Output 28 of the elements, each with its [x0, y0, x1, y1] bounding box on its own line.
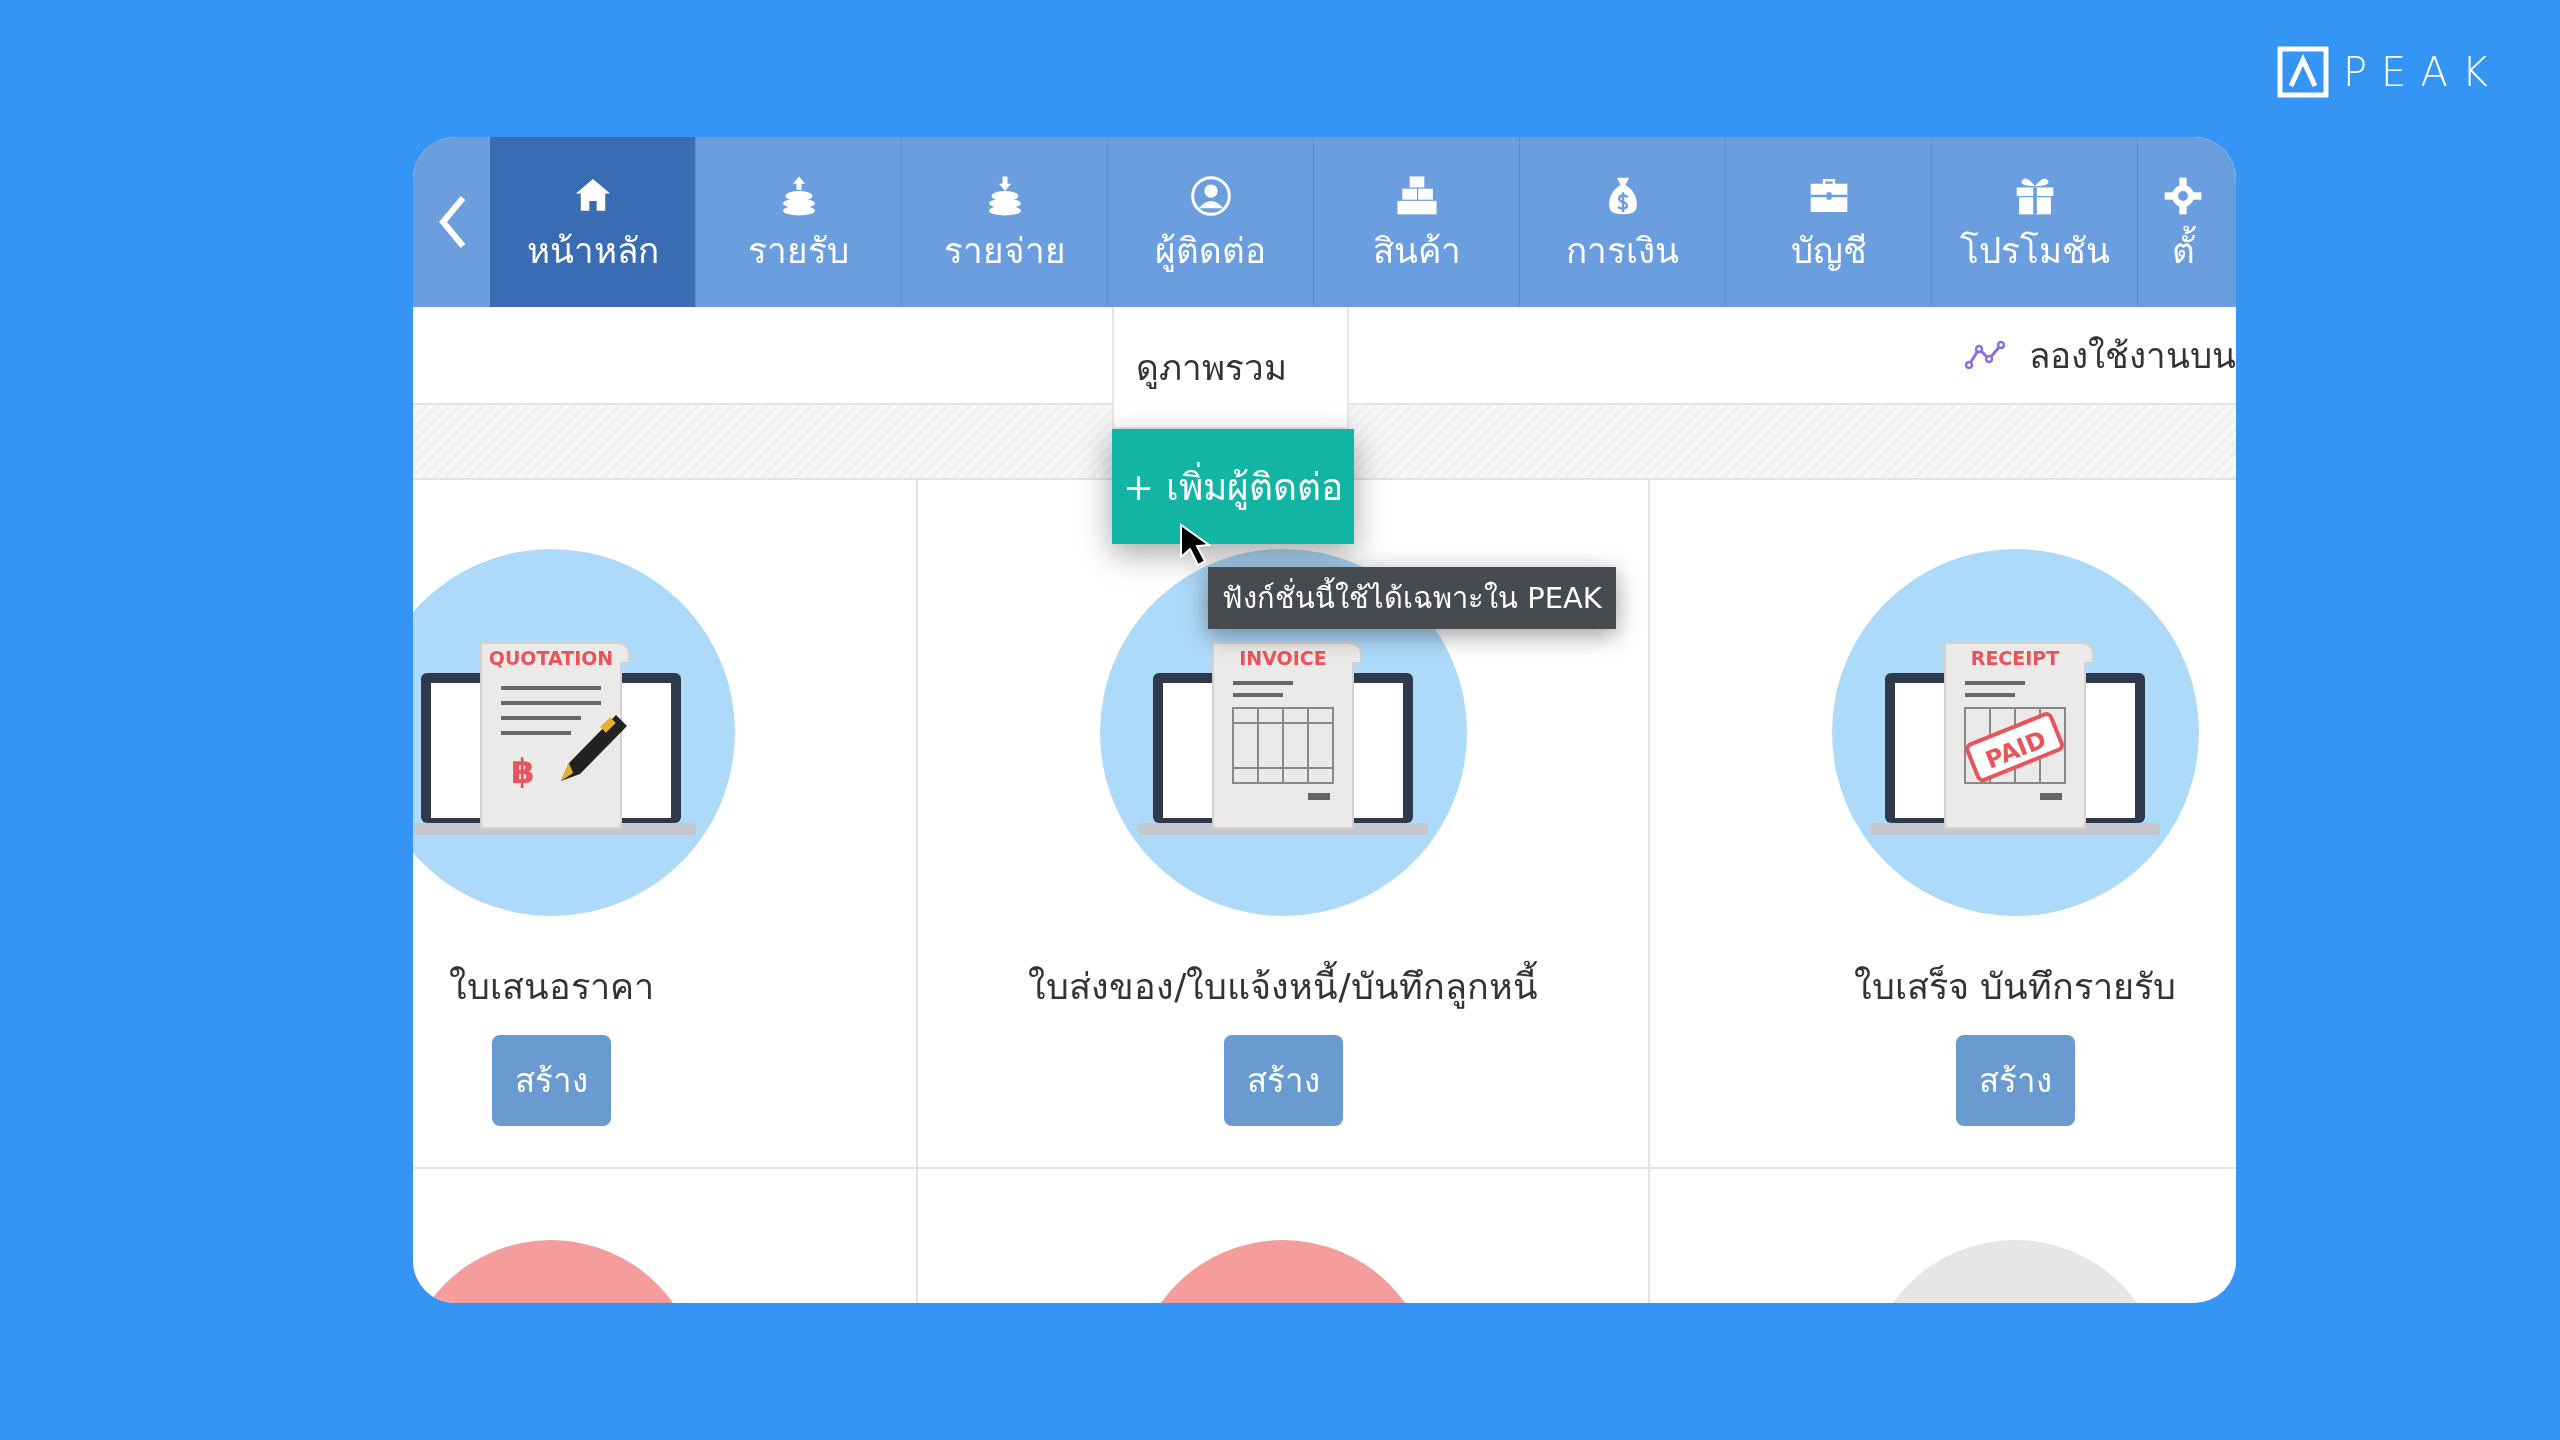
document-type-title: ใบส่งของ/ใบแจ้งหนี้/บันทึกลูกหนี้	[1028, 958, 1538, 1015]
line-chart-icon	[1965, 341, 2005, 369]
overview-menu-item[interactable]: ดูภาพรวม	[1112, 307, 1349, 429]
document-type-title: ใบเสร็จ บันทึกรายรับ	[1853, 964, 2177, 1009]
nav-tab[interactable]: การเงิน	[1520, 137, 1726, 307]
nav-tab[interactable]: บัญชี	[1726, 137, 1932, 307]
logo-icon	[2277, 46, 2329, 98]
document-heading: QUOTATION	[488, 646, 614, 669]
create-button[interactable]: สร้าง	[491, 1035, 611, 1126]
document-heading: INVOICE	[1239, 646, 1327, 669]
nav-tab[interactable]: โปรโมชัน	[1932, 137, 2138, 307]
trial-link[interactable]: ลองใช้งานบน	[2029, 327, 2236, 383]
baht-sign: ฿	[511, 750, 535, 791]
person-icon	[1188, 173, 1233, 218]
tooltip: ฟังก์ชั่นนี้ใช้ได้เฉพาะใน PEAK	[1208, 567, 1616, 629]
create-button[interactable]: สร้าง	[1955, 1035, 2075, 1126]
nav-tab[interactable]: รายรับ	[696, 137, 902, 307]
logo-text: PEAK	[2343, 52, 2502, 92]
nav-tab[interactable]: ตั้	[2138, 137, 2228, 307]
nav-tab[interactable]: สินค้า	[1314, 137, 1520, 307]
add-contact-button[interactable]: + เพิ่มผู้ติดต่อ	[1112, 429, 1354, 544]
nav-tab[interactable]: รายจ่าย	[902, 137, 1108, 307]
create-button[interactable]: สร้าง	[1223, 1035, 1343, 1126]
nav-tab[interactable]: หน้าหลัก	[490, 137, 696, 307]
pen-icon	[561, 714, 627, 781]
document-type-title: ใบเสนอราคา	[448, 965, 654, 1009]
document-heading: RECEIPT	[1970, 646, 2060, 669]
paid-stamp: PAID	[1963, 710, 2066, 784]
